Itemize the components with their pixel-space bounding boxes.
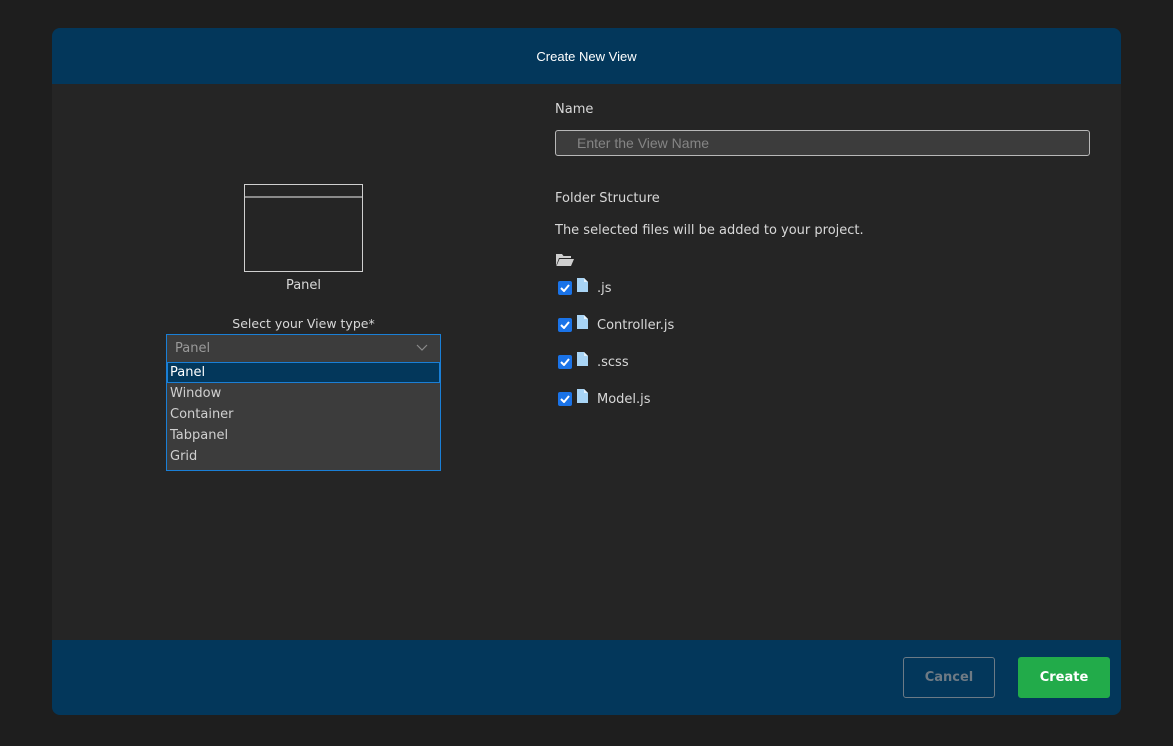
checkmark-icon [560,395,570,403]
checkmark-icon [560,321,570,329]
file-checkbox[interactable] [558,355,572,369]
create-button[interactable]: Create [1018,657,1110,698]
cancel-button[interactable]: Cancel [903,657,995,698]
dropdown-option-window[interactable]: Window [167,383,440,404]
file-checkbox[interactable] [558,281,572,295]
file-icon [577,278,588,292]
file-name: Controller.js [597,318,675,333]
file-checkbox[interactable] [558,318,572,332]
name-label: Name [555,102,594,117]
view-type-select[interactable]: Panel [166,334,441,362]
dialog-header: Create New View [52,28,1121,84]
file-icon [577,389,588,403]
file-icon [577,315,588,329]
dropdown-option-tabpanel[interactable]: Tabpanel [167,425,440,446]
dropdown-option-container[interactable]: Container [167,404,440,425]
dropdown-option-panel[interactable]: Panel [167,362,440,383]
checkmark-icon [560,358,570,366]
file-item-controller: Controller.js [558,314,674,351]
file-item-model: Model.js [558,388,674,425]
file-item-scss: .scss [558,351,674,388]
view-name-input[interactable] [555,130,1090,156]
folder-structure-description: The selected files will be added to your… [555,223,864,238]
view-type-label: Select your View type* [232,316,375,331]
view-type-preview [244,184,363,272]
view-type-selected-value: Panel [175,340,211,356]
folder-structure-label: Folder Structure [555,191,660,206]
dialog-footer: Cancel Create [52,640,1121,715]
file-name: Model.js [597,392,651,407]
file-name: .scss [597,355,629,370]
dropdown-option-grid[interactable]: Grid [167,446,440,467]
view-type-dropdown: Panel Window Container Tabpanel Grid [166,361,441,471]
preview-title-bar [245,196,362,198]
dialog-title: Create New View [536,48,637,64]
file-list: .js Controller.js .scss Model.js [558,277,674,425]
file-icon [577,352,588,366]
chevron-down-icon [416,344,428,351]
checkmark-icon [560,284,570,292]
preview-label: Panel [285,278,322,293]
file-item-js: .js [558,277,674,314]
folder-open-icon [556,254,574,266]
create-view-dialog: Create New View Panel Select your View t… [52,28,1121,715]
file-name: .js [597,281,612,296]
file-checkbox[interactable] [558,392,572,406]
